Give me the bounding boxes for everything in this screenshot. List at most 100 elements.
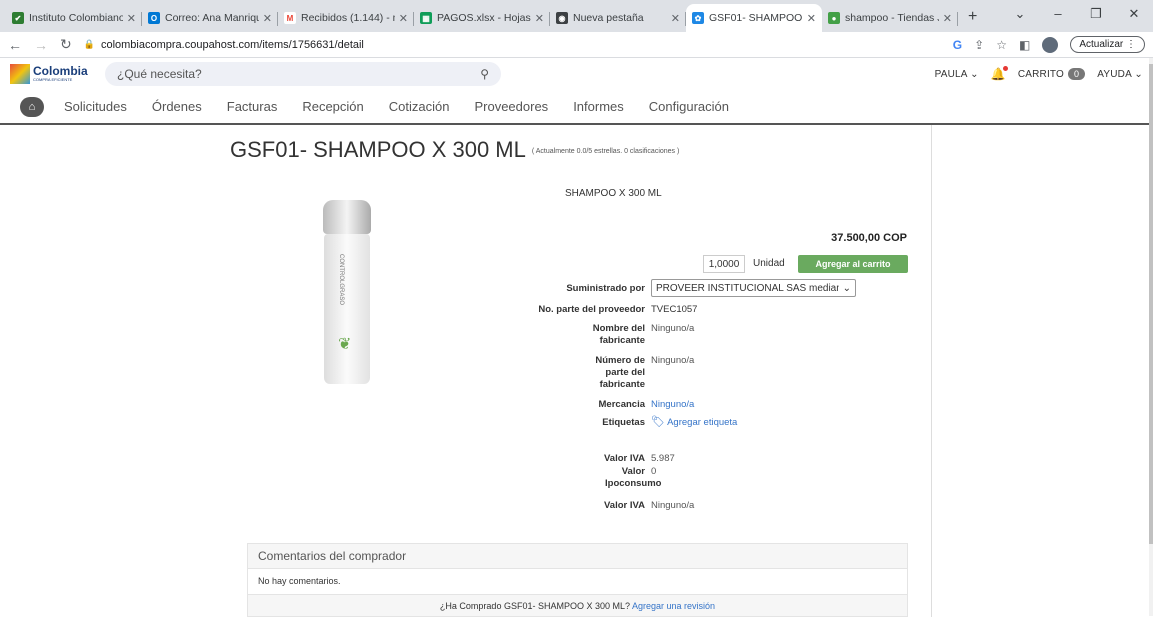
review-prompt: ¿Ha Comprado GSF01- SHAMPOO X 300 ML? Ag… — [248, 594, 907, 616]
manufacturer-part-value: Ninguno/a — [651, 355, 695, 366]
update-label: Actualizar — [1079, 39, 1124, 50]
new-tab-icon[interactable]: + — [958, 8, 987, 32]
close-icon[interactable]: ✕ — [535, 12, 544, 25]
supplier-select[interactable]: PROVEER INSTITUCIONAL SAS mediante ⌄ — [651, 279, 856, 297]
search-icon[interactable]: ⚲ — [480, 67, 489, 81]
notification-bell-icon[interactable]: 🔔 — [991, 66, 1008, 81]
sidebar-icon[interactable]: ◧ — [1019, 38, 1030, 52]
url-field[interactable]: 🔒 colombiacompra.coupahost.com/items/1756… — [84, 39, 953, 51]
google-icon[interactable]: G — [953, 38, 962, 52]
tab-favicon: ▦ — [420, 12, 432, 24]
tab-title: GSF01- SHAMPOO X 30 — [709, 12, 803, 24]
nav-facturas[interactable]: Facturas — [227, 99, 278, 114]
nav-ordenes[interactable]: Órdenes — [152, 99, 202, 114]
add-tag-link[interactable]: 🏷 Agregar etiqueta — [651, 415, 737, 428]
unit-label: Unidad — [753, 258, 785, 269]
iva-label: Valor IVA — [603, 453, 645, 464]
tab-favicon: M — [284, 12, 296, 24]
user-menu[interactable]: PAULA ⌄ — [935, 69, 979, 80]
search-input[interactable]: ¿Qué necesita? ⚲ — [105, 62, 501, 86]
close-icon[interactable]: ✕ — [807, 12, 816, 25]
tab-title: Nueva pestaña — [573, 12, 644, 24]
close-icon[interactable]: ✕ — [263, 12, 272, 25]
comments-heading: Comentarios del comprador — [248, 544, 907, 569]
browser-tab[interactable]: O Correo: Ana Manrique ✕ — [142, 4, 278, 32]
scrollbar[interactable] — [1149, 58, 1153, 616]
star-icon[interactable]: ☆ — [996, 38, 1007, 52]
tab-title: Instituto Colombiano A — [29, 12, 123, 24]
update-button[interactable]: Actualizar ⋮ — [1070, 36, 1145, 53]
product-image: CONTROLGRASO ❦ — [317, 200, 377, 390]
tab-favicon: ● — [828, 12, 840, 24]
close-icon[interactable]: ✕ — [671, 12, 680, 25]
quantity-input[interactable]: 1,0000 — [703, 255, 745, 273]
close-icon[interactable]: ✕ — [943, 12, 952, 25]
browser-tab[interactable]: ✔ Instituto Colombiano A ✕ — [6, 4, 142, 32]
home-icon[interactable]: ⌂ — [20, 96, 44, 117]
bottle-label: CONTROLGRASO — [338, 254, 344, 306]
tab-title: Recibidos (1.144) - mar — [301, 12, 395, 24]
divider — [931, 125, 932, 617]
iva-value: 5.987 — [651, 453, 675, 464]
address-bar: ← → ↻ 🔒 colombiacompra.coupahost.com/item… — [0, 32, 1153, 58]
iva2-label: Valor IVA — [603, 500, 645, 511]
tags-label: Etiquetas — [602, 417, 645, 428]
nav-configuracion[interactable]: Configuración — [649, 99, 729, 114]
share-icon[interactable]: ⇪ — [974, 38, 984, 52]
reload-icon[interactable]: ↻ — [60, 36, 72, 53]
search-placeholder: ¿Qué necesita? — [117, 67, 202, 81]
profile-avatar[interactable] — [1042, 36, 1059, 53]
nav-informes[interactable]: Informes — [573, 99, 624, 114]
logo-text: Colombia — [33, 64, 88, 78]
nav-cotizacion[interactable]: Cotización — [389, 99, 450, 114]
manufacturer-part-label: Número de parte del fabricante — [595, 355, 645, 390]
forward-icon[interactable]: → — [34, 37, 48, 53]
main-nav: ⌂ Solicitudes Órdenes Facturas Recepción… — [0, 90, 1153, 125]
minimize-icon[interactable]: – — [1039, 0, 1077, 28]
tab-title: Correo: Ana Manrique — [165, 12, 259, 24]
nav-solicitudes[interactable]: Solicitudes — [64, 99, 127, 114]
bottle-cap — [323, 200, 371, 234]
tab-search-icon[interactable]: ⌄ — [1001, 0, 1039, 28]
ipoconsumo-value: 0 — [651, 466, 657, 477]
restore-icon[interactable]: ❐ — [1077, 0, 1115, 28]
cart-label: CARRITO — [1017, 68, 1065, 80]
cart-link[interactable]: CARRITO 0 — [1017, 67, 1086, 80]
url-text: colombiacompra.coupahost.com/items/17566… — [100, 38, 364, 51]
buyer-comments: Comentarios del comprador No hay comenta… — [247, 543, 908, 617]
scrollbar-thumb[interactable] — [1149, 64, 1153, 544]
logo-mark — [10, 64, 30, 84]
nav-proveedores[interactable]: Proveedores — [474, 99, 548, 114]
cart-count-badge: 0 — [1068, 67, 1086, 80]
supplier-part-label: No. parte del proveedor — [538, 304, 645, 315]
add-review-link[interactable]: Agregar una revisión — [632, 601, 715, 611]
browser-tab-active[interactable]: ✿ GSF01- SHAMPOO X 30 ✕ — [686, 4, 822, 32]
browser-tab[interactable]: ◉ Nueva pestaña ✕ — [550, 4, 686, 32]
nav-recepcion[interactable]: Recepción — [302, 99, 363, 114]
user-name: PAULA — [934, 68, 968, 80]
logo[interactable]: Colombia COMPRA EFICIENTE — [10, 64, 105, 84]
comments-empty: No hay comentarios. — [258, 576, 341, 586]
tab-favicon: ✔ — [12, 12, 24, 24]
commodity-label: Mercancia — [598, 399, 645, 410]
aloe-leaf-icon: ❦ — [338, 336, 352, 353]
page-title: GSF01- SHAMPOO X 300 ML ( Actualmente 0.0… — [230, 137, 679, 163]
tab-favicon: ◉ — [556, 12, 568, 24]
ipoconsumo-label: Valor Ipoconsumo — [605, 466, 662, 489]
review-question: ¿Ha Comprado GSF01- SHAMPOO X 300 ML? — [439, 601, 630, 611]
supplier-value: PROVEER INSTITUCIONAL SAS mediante — [656, 282, 839, 294]
add-to-cart-button[interactable]: Agregar al carrito — [798, 255, 908, 273]
add-tag-label: Agregar etiqueta — [667, 417, 738, 428]
browser-tab[interactable]: ● shampoo - Tiendas Jun ✕ — [822, 4, 958, 32]
product-rating: ( Actualmente 0.0/5 estrellas. 0 clasifi… — [531, 147, 680, 155]
close-icon[interactable]: ✕ — [127, 12, 136, 25]
close-icon[interactable]: ✕ — [399, 12, 408, 25]
close-window-icon[interactable]: ✕ — [1115, 0, 1153, 28]
bottle-body: CONTROLGRASO ❦ — [324, 234, 370, 384]
help-menu[interactable]: AYUDA ⌄ — [1097, 69, 1143, 80]
browser-tab[interactable]: ▦ PAGOS.xlsx - Hojas de ✕ — [414, 4, 550, 32]
browser-tab[interactable]: M Recibidos (1.144) - mar ✕ — [278, 4, 414, 32]
back-icon[interactable]: ← — [8, 37, 22, 53]
manufacturer-value: Ninguno/a — [651, 323, 695, 334]
commodity-link[interactable]: Ninguno/a — [651, 399, 694, 410]
